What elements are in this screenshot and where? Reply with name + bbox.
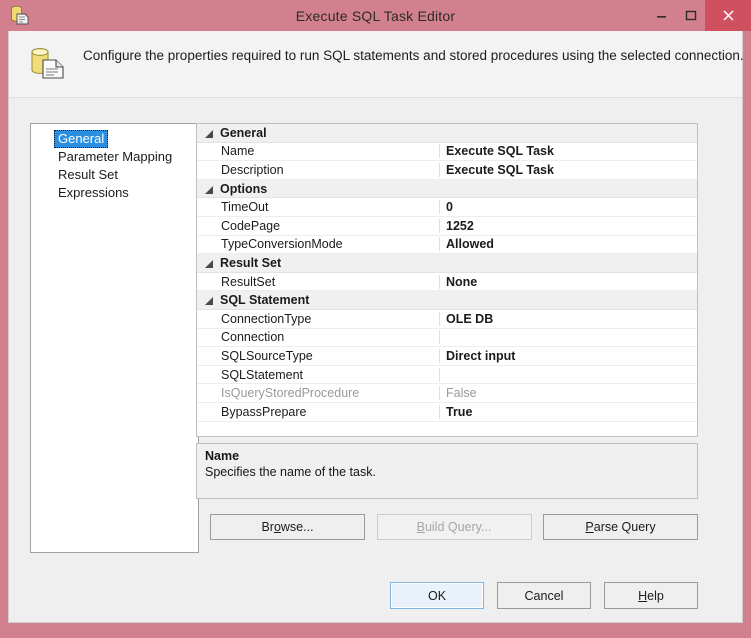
property-grid-category-row[interactable]: Options [197,179,697,199]
sidebar-item-label: Expressions [58,185,129,200]
category-label: General [220,125,267,140]
category-label: Result Set [220,255,282,270]
property-description-pane: Name Specifies the name of the task. [196,443,698,499]
property-name-cell: BypassPrepare [197,404,440,419]
browse-button-label: Browse... [261,520,314,534]
property-grid-row[interactable]: Description Execute SQL Task [197,161,697,180]
expander-triangle-icon[interactable] [205,297,213,306]
property-value-cell[interactable]: Direct input [440,349,697,363]
ok-button[interactable]: OK [390,582,484,609]
property-name-cell: Description [197,162,440,177]
execute-sql-task-editor-window: Execute SQL Task Editor Configure the pr… [0,0,751,638]
minimize-button[interactable] [647,0,676,31]
close-button[interactable] [705,0,751,31]
help-button-label: Help [638,588,664,603]
sidebar-item-parameter-mapping[interactable]: Parameter Mapping [31,148,198,166]
window-controls [647,0,751,31]
maximize-button[interactable] [676,0,705,31]
cancel-button[interactable]: Cancel [497,582,591,609]
query-button-row: Browse... Build Query... Parse Query [210,514,698,540]
sidebar-item-result-set[interactable]: Result Set [31,166,198,184]
sidebar-item-general[interactable]: General [31,130,198,148]
property-value-cell[interactable]: Allowed [440,237,697,251]
property-value-cell[interactable]: None [440,275,697,289]
build-query-button-label: Build Query... [416,520,492,534]
cancel-button-label: Cancel [524,588,564,603]
property-name-cell: Connection [197,330,440,345]
property-name-cell: ConnectionType [197,311,440,326]
property-grid-category-row[interactable]: General [197,124,697,143]
property-value-cell[interactable]: OLE DB [440,312,697,326]
page-list[interactable]: General Parameter Mapping Result Set Exp… [30,123,199,553]
banner-description: Configure the properties required to run… [83,48,744,63]
property-grid-category-row[interactable]: SQL Statement [197,291,697,310]
parse-query-button-label: Parse Query [585,520,656,534]
header-banner: Configure the properties required to run… [9,31,744,98]
property-value-cell[interactable]: False [440,386,697,400]
property-name-cell: Name [197,144,440,159]
property-name-cell: SQLStatement [197,367,440,382]
property-value-cell[interactable]: 1252 [440,219,697,233]
property-name-cell: CodePage [197,218,440,233]
sidebar-item-label: General [54,130,109,148]
dialog-button-row: OK Cancel Help [390,582,698,609]
property-grid-category-row[interactable]: Result Set [197,254,697,273]
property-grid-row[interactable]: ResultSet None [197,273,697,292]
expander-triangle-icon[interactable] [205,185,213,194]
property-grid-row[interactable]: BypassPrepare True [197,403,697,422]
property-value-cell[interactable]: Execute SQL Task [440,163,697,177]
sql-task-banner-icon [27,45,69,83]
category-label: SQL Statement [220,293,310,308]
property-name-cell: TimeOut [197,200,440,215]
ok-button-label: OK [427,588,447,603]
property-value-cell[interactable]: Execute SQL Task [440,144,697,158]
property-name-cell: IsQueryStoredProcedure [197,386,440,401]
property-grid[interactable]: General Name Execute SQL Task Description Ex… [196,123,698,437]
category-cell: Options [197,182,440,196]
category-cell: SQL Statement [197,293,440,307]
property-grid-row[interactable]: Name Execute SQL Task [197,143,697,162]
category-cell: General [197,126,440,140]
property-grid-row[interactable]: SQLStatement [197,366,697,385]
expander-triangle-icon[interactable] [205,129,213,138]
sidebar-item-expressions[interactable]: Expressions [31,184,198,202]
window-title: Execute SQL Task Editor [295,7,456,24]
sidebar-item-label: Parameter Mapping [58,149,173,164]
expander-triangle-icon[interactable] [205,259,213,268]
property-grid-row[interactable]: IsQueryStoredProcedure False [197,384,697,403]
description-body: Specifies the name of the task. [205,465,376,479]
build-query-button[interactable]: Build Query... [376,514,532,540]
property-value-cell[interactable]: 0 [440,200,697,214]
category-label: Options [220,181,268,196]
help-button[interactable]: Help [604,582,698,609]
sidebar-item-label: Result Set [58,167,118,182]
title-bar: Execute SQL Task Editor [0,0,751,31]
browse-button[interactable]: Browse... [210,514,365,540]
parse-query-button[interactable]: Parse Query [543,514,698,540]
category-cell: Result Set [197,256,440,270]
property-grid-row[interactable]: TimeOut 0 [197,198,697,217]
property-grid-row[interactable]: ConnectionType OLE DB [197,310,697,329]
property-grid-row[interactable]: Connection [197,329,697,348]
property-grid-row[interactable]: TypeConversionMode Allowed [197,236,697,255]
property-name-cell: TypeConversionMode [197,237,440,252]
description-title: Name [205,449,240,463]
property-name-cell: ResultSet [197,274,440,289]
property-value-cell[interactable]: True [440,405,697,419]
property-grid-row[interactable]: SQLSourceType Direct input [197,347,697,366]
sql-task-icon [8,4,30,26]
property-grid-row[interactable]: CodePage 1252 [197,217,697,236]
client-area: Configure the properties required to run… [8,31,744,623]
property-name-cell: SQLSourceType [197,348,440,363]
